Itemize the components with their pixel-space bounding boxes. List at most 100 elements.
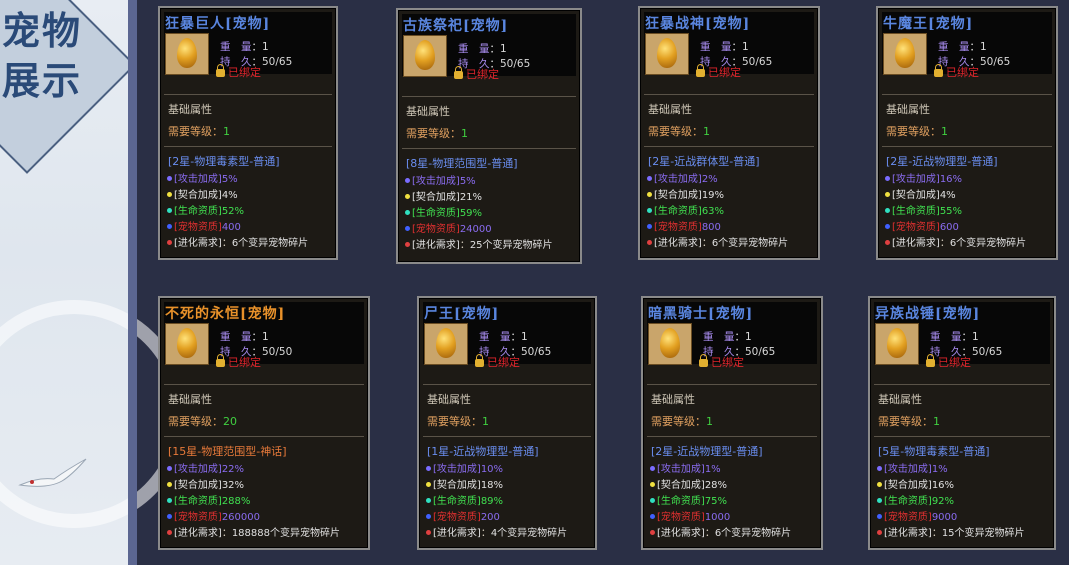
pet-card[interactable]: 狂暴战神[宠物] 重 量：1 持 久：50/65 已绑定 基础属性 需要等级：1 [2星-近… — [638, 6, 820, 260]
attack-bonus-value: 5% — [221, 174, 238, 185]
divider — [647, 384, 817, 385]
bullet-icon — [650, 514, 655, 519]
bullet-icon — [167, 224, 172, 229]
divider — [164, 436, 364, 437]
bullet-icon — [885, 176, 890, 181]
contract-bonus-row: [契合加成]18% — [426, 476, 503, 491]
bullet-icon — [885, 192, 890, 197]
weight-value: 1 — [745, 331, 752, 343]
req-level-row: 需要等级：1 — [651, 415, 713, 428]
bullet-icon — [167, 482, 172, 487]
life-quality-row: [生命资质]55% — [885, 202, 962, 217]
weight-value: 1 — [262, 331, 269, 343]
pet-card[interactable]: 暗黑骑士[宠物] 重 量：1 持 久：50/65 已绑定 基础属性 需要等级：1 [2星-近… — [641, 296, 823, 550]
divider — [882, 94, 1052, 95]
divider — [402, 96, 576, 97]
contract-bonus-value: 18% — [480, 480, 504, 491]
bound-label: 已绑定 — [228, 356, 261, 369]
lock-icon — [699, 354, 708, 367]
evolve-value: 15个变异宠物碎片 — [941, 528, 1025, 539]
pet-card[interactable]: 尸王[宠物] 重 量：1 持 久：50/65 已绑定 基础属性 需要等级：1 [1星-近战物… — [417, 296, 597, 550]
evolve-value: 6个变异宠物碎片 — [231, 238, 309, 249]
contract-bonus-label: [契合加成] — [884, 480, 932, 491]
evolve-value: 25个变异宠物碎片 — [469, 240, 553, 251]
pet-card[interactable]: 不死的永恒[宠物] 重 量：1 持 久：50/50 已绑定 基础属性 需要等级：20 [15… — [158, 296, 370, 550]
pet-egg-slot — [883, 33, 927, 75]
bound-status: 已绑定 — [699, 354, 744, 370]
evolve-label: [进化需求] — [657, 528, 705, 539]
contract-bonus-value: 4% — [939, 190, 956, 201]
weight-value: 1 — [500, 43, 507, 55]
contract-bonus-row: [契合加成]4% — [885, 186, 956, 201]
egg-icon — [177, 328, 197, 358]
pet-name: 尸王[宠物] — [424, 306, 500, 322]
pet-quality-row: [宠物资质]9000 — [877, 508, 957, 523]
req-level-row: 需要等级：1 — [648, 125, 710, 138]
pet-quality-row: [宠物资质]400 — [167, 218, 241, 233]
life-quality-row: [生命资质]63% — [647, 202, 724, 217]
req-level-label: 需要等级 — [168, 125, 212, 138]
durability-value: 50/65 — [521, 346, 552, 358]
divider — [423, 436, 591, 437]
bullet-icon — [405, 178, 410, 183]
life-quality-label: [生命资质] — [433, 496, 481, 507]
attack-bonus-row: [攻击加成]10% — [426, 460, 503, 475]
crane-icon — [18, 458, 87, 487]
pet-quality-value: 200 — [480, 512, 500, 523]
divider — [882, 146, 1052, 147]
bullet-icon — [647, 176, 652, 181]
basic-attr-heading: 基础属性 — [651, 393, 695, 406]
bullet-icon — [650, 466, 655, 471]
attack-bonus-value: 16% — [939, 174, 963, 185]
pet-quality-row: [宠物资质]200 — [426, 508, 500, 523]
req-level-value: 1 — [482, 415, 489, 428]
evolve-row: [进化需求]：6个变异宠物碎片 — [167, 234, 308, 249]
weight-value: 1 — [262, 41, 269, 53]
evolve-row: [进化需求]：188888个变异宠物碎片 — [167, 524, 340, 539]
pet-quality-label: [宠物资质] — [657, 512, 705, 523]
life-quality-label: [生命资质] — [412, 208, 460, 219]
contract-bonus-value: 28% — [704, 480, 728, 491]
bound-status: 已绑定 — [216, 64, 261, 80]
pet-egg-slot — [424, 323, 468, 365]
life-quality-value: 89% — [480, 496, 504, 507]
pet-name: 狂暴战神[宠物] — [645, 16, 751, 32]
req-level-row: 需要等级：1 — [886, 125, 948, 138]
weight-value: 1 — [972, 331, 979, 343]
durability-value: 50/50 — [262, 346, 293, 358]
evolve-label: [进化需求] — [433, 528, 481, 539]
life-quality-row: [生命资质]288% — [167, 492, 250, 507]
pet-card[interactable]: 牛魔王[宠物] 重 量：1 持 久：50/65 已绑定 基础属性 需要等级：1 [2星-近战… — [876, 6, 1058, 260]
life-quality-value: 288% — [221, 496, 251, 507]
contract-bonus-row: [契合加成]28% — [650, 476, 727, 491]
req-level-value: 1 — [933, 415, 940, 428]
pet-card[interactable]: 异族战锤[宠物] 重 量：1 持 久：50/65 已绑定 基础属性 需要等级：1 [5星-物… — [868, 296, 1056, 550]
pet-card[interactable]: 狂暴巨人[宠物] 重 量：1 持 久：50/65 已绑定 基础属性 需要等级：1 [2星-物… — [158, 6, 338, 260]
attack-bonus-row: [攻击加成]1% — [877, 460, 948, 475]
divider — [164, 384, 364, 385]
attack-bonus-label: [攻击加成] — [174, 174, 222, 185]
pet-quality-value: 400 — [221, 222, 241, 233]
attack-bonus-label: [攻击加成] — [412, 176, 460, 187]
pet-card[interactable]: 古族祭祀[宠物] 重 量：1 持 久：50/65 已绑定 基础属性 需要等级：1 [8星-物… — [396, 8, 582, 264]
panel-divider — [128, 0, 137, 565]
bound-label: 已绑定 — [938, 356, 971, 369]
contract-bonus-label: [契合加成] — [174, 190, 222, 201]
pet-quality-label: [宠物资质] — [412, 224, 460, 235]
weight-label: 重 量 — [938, 41, 970, 53]
weight-value: 1 — [980, 41, 987, 53]
pet-type: [5星-物理毒素型-普通] — [878, 445, 990, 458]
pet-type: [8星-物理范围型-普通] — [406, 157, 518, 170]
req-level-label: 需要等级 — [878, 415, 922, 428]
weight-label: 重 量 — [703, 331, 735, 343]
pet-type: [2星-近战物理型-普通] — [886, 155, 998, 168]
weight-label: 重 量 — [220, 41, 252, 53]
evolve-label: [进化需求] — [174, 528, 222, 539]
req-level-label: 需要等级 — [427, 415, 471, 428]
pet-egg-slot — [875, 323, 919, 365]
evolve-value: 6个变异宠物碎片 — [714, 528, 792, 539]
pet-egg-slot — [165, 323, 209, 365]
life-quality-value: 55% — [939, 206, 963, 217]
life-quality-row: [生命资质]75% — [650, 492, 727, 507]
pet-quality-label: [宠物资质] — [892, 222, 940, 233]
